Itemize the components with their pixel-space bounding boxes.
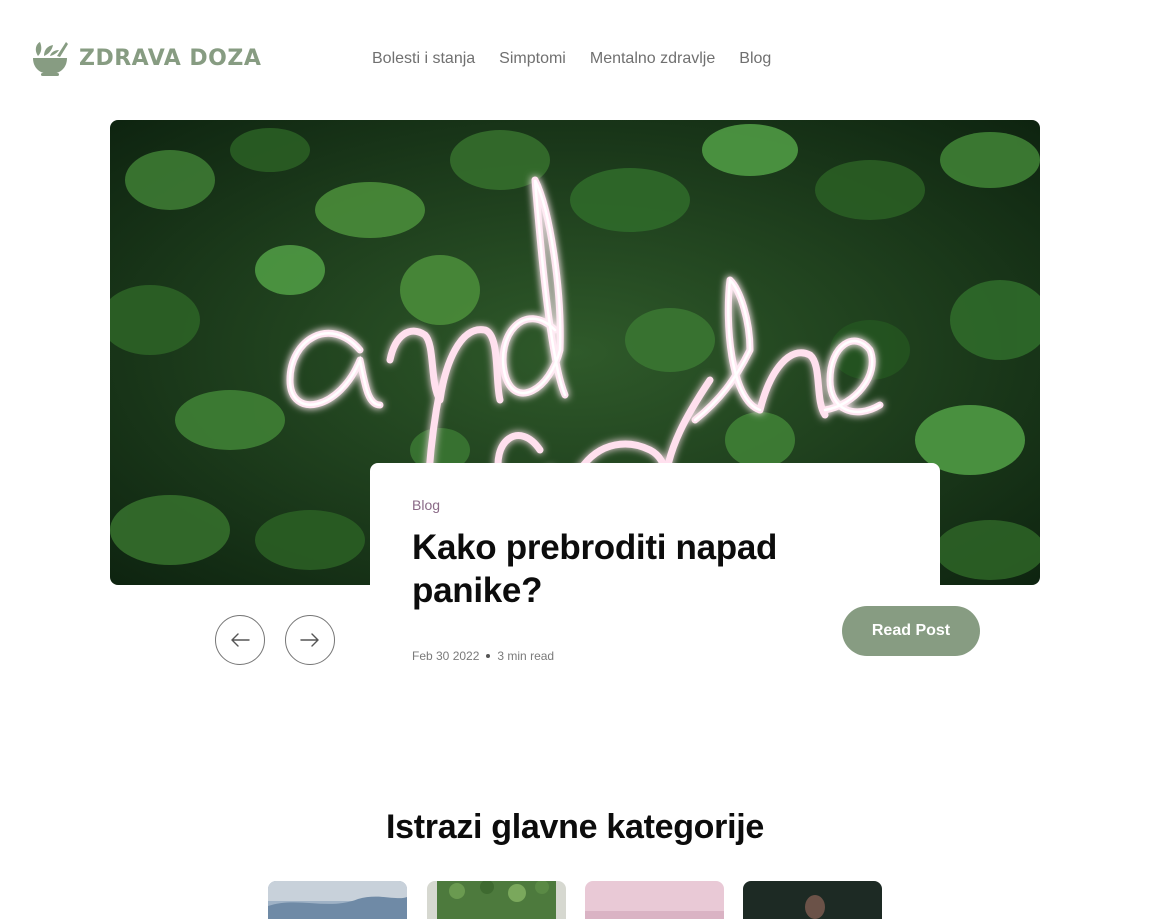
category-image xyxy=(585,881,724,919)
meta-separator-dot xyxy=(486,654,491,658)
category-tile-3[interactable] xyxy=(585,881,724,919)
category-image xyxy=(427,881,566,919)
carousel-prev-button[interactable] xyxy=(215,615,265,665)
category-image xyxy=(268,881,407,919)
post-read-time: 3 min read xyxy=(497,649,555,663)
nav-item-mentalno-zdravlje[interactable]: Mentalno zdravlje xyxy=(590,50,715,68)
post-meta: Feb 30 2022 3 min read xyxy=(412,649,554,663)
nav-item-bolesti[interactable]: Bolesti i stanja xyxy=(372,50,475,68)
post-title[interactable]: Kako prebroditi napad panike? xyxy=(412,526,832,612)
nav-item-blog[interactable]: Blog xyxy=(739,50,771,68)
post-category[interactable]: Blog xyxy=(412,497,898,513)
category-tile-4[interactable] xyxy=(743,881,882,919)
arrow-right-icon xyxy=(300,633,319,647)
arrow-left-icon xyxy=(231,633,250,647)
carousel-next-button[interactable] xyxy=(285,615,335,665)
read-post-button[interactable]: Read Post xyxy=(842,606,980,656)
post-date: Feb 30 2022 xyxy=(412,649,480,663)
main-nav: Bolesti i stanja Simptomi Mentalno zdrav… xyxy=(372,50,771,68)
category-tile-1[interactable] xyxy=(268,881,407,919)
brand-logo[interactable]: ZDRAVA DOZA xyxy=(30,38,261,78)
category-image xyxy=(743,881,882,919)
category-tile-2[interactable] xyxy=(427,881,566,919)
categories-section-title: Istrazi glavne kategorije xyxy=(386,808,764,846)
brand-name: ZDRAVA DOZA xyxy=(79,45,262,71)
nav-item-simptomi[interactable]: Simptomi xyxy=(499,50,566,68)
mortar-pestle-leaves-icon xyxy=(33,42,68,76)
featured-post-card[interactable]: Blog Kako prebroditi napad panike? Feb 3… xyxy=(370,463,940,693)
